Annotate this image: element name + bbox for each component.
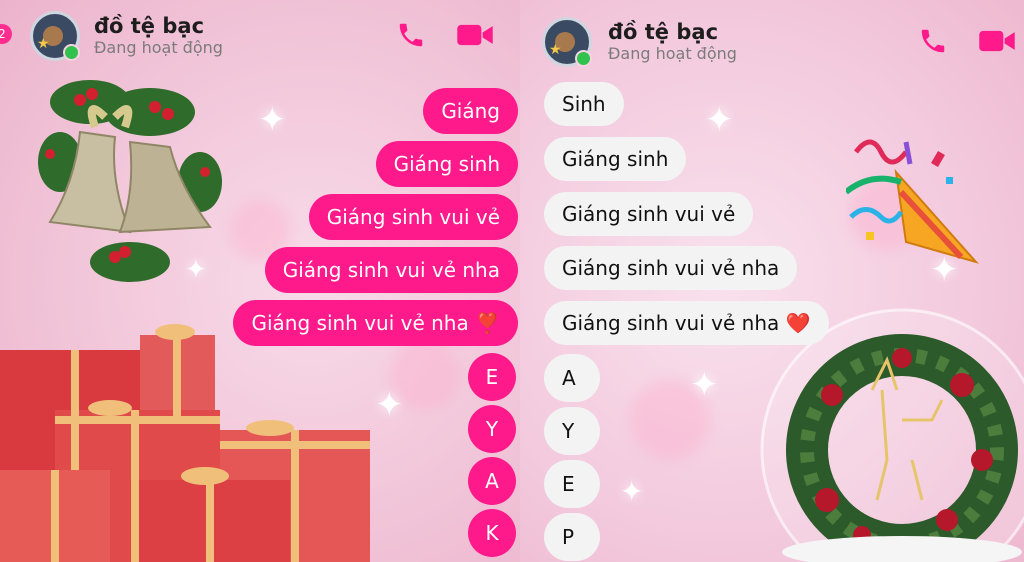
- message-bubble-incoming[interactable]: Sinh: [544, 82, 624, 126]
- contact-name: đồ tệ bạc: [608, 20, 719, 44]
- message-bubble-incoming[interactable]: Y: [544, 407, 600, 455]
- message-bubble-outgoing[interactable]: K: [468, 509, 516, 557]
- message-bubble-incoming[interactable]: Giáng sinh vui vẻ: [544, 192, 754, 236]
- sparkle-icon: ✦: [620, 475, 644, 508]
- unread-badge[interactable]: 2: [0, 24, 12, 44]
- contact-status: Đang hoạt động: [608, 44, 737, 63]
- phone-icon[interactable]: [396, 20, 426, 50]
- avatar[interactable]: ★: [542, 17, 592, 67]
- right-chat-panel: ✦ ✦ ✦ ✦ ★ đồ tệ bạc Đang hoạt động Sinh …: [520, 0, 1024, 562]
- chat-header: ★ đồ tệ bạc Đang hoạt động: [542, 14, 737, 70]
- contact-status: Đang hoạt động: [94, 38, 223, 57]
- contact-name: đồ tệ bạc: [94, 14, 205, 38]
- online-indicator: [575, 50, 592, 67]
- message-bubble-incoming[interactable]: A: [544, 354, 600, 402]
- message-bubble-outgoing[interactable]: E: [468, 353, 516, 401]
- video-camera-icon[interactable]: [456, 20, 494, 50]
- message-bubble-outgoing[interactable]: Y: [468, 405, 516, 453]
- left-chat-panel: ✦ ✦ ✦ 2 ★ đồ tệ bạc Đang hoạt động Giáng…: [0, 0, 520, 562]
- message-bubble-incoming[interactable]: P: [544, 513, 600, 561]
- video-camera-icon[interactable]: [978, 26, 1016, 56]
- star-icon: ★: [549, 42, 562, 58]
- sparkle-icon: ✦: [690, 365, 719, 405]
- message-bubble-incoming[interactable]: Giáng sinh vui vẻ nha: [544, 246, 798, 290]
- contact-info[interactable]: đồ tệ bạc Đang hoạt động: [94, 14, 223, 58]
- online-indicator: [63, 44, 80, 61]
- avatar[interactable]: ★: [30, 11, 80, 61]
- phone-icon[interactable]: [918, 26, 948, 56]
- sparkle-icon: ✦: [705, 100, 734, 140]
- chat-header: ★ đồ tệ bạc Đang hoạt động: [30, 8, 223, 64]
- sparkle-icon: ✦: [258, 100, 287, 140]
- gift-boxes-decoration: [0, 324, 370, 562]
- star-icon: ★: [37, 36, 50, 52]
- message-bubble-outgoing[interactable]: Giáng sinh vui vẻ nha: [264, 247, 518, 293]
- header-actions: [918, 26, 1016, 56]
- message-bubble-outgoing[interactable]: Giáng sinh vui vẻ nha ❣️: [233, 300, 518, 346]
- christmas-bells-decoration: [38, 80, 222, 282]
- header-actions: [396, 20, 494, 50]
- message-bubble-outgoing[interactable]: A: [468, 457, 516, 505]
- message-bubble-outgoing[interactable]: Giáng sinh vui vẻ: [308, 194, 518, 240]
- message-bubble-outgoing[interactable]: Giáng sinh: [375, 141, 518, 187]
- party-popper-icon: [846, 139, 980, 264]
- message-bubble-incoming[interactable]: E: [544, 460, 600, 508]
- sparkle-icon: ✦: [375, 385, 404, 425]
- message-bubble-incoming[interactable]: Giáng sinh: [544, 137, 687, 181]
- contact-info[interactable]: đồ tệ bạc Đang hoạt động: [608, 20, 737, 64]
- message-bubble-incoming[interactable]: Giáng sinh vui vẻ nha ❤️: [544, 301, 829, 345]
- message-bubble-outgoing[interactable]: Giáng: [423, 88, 518, 134]
